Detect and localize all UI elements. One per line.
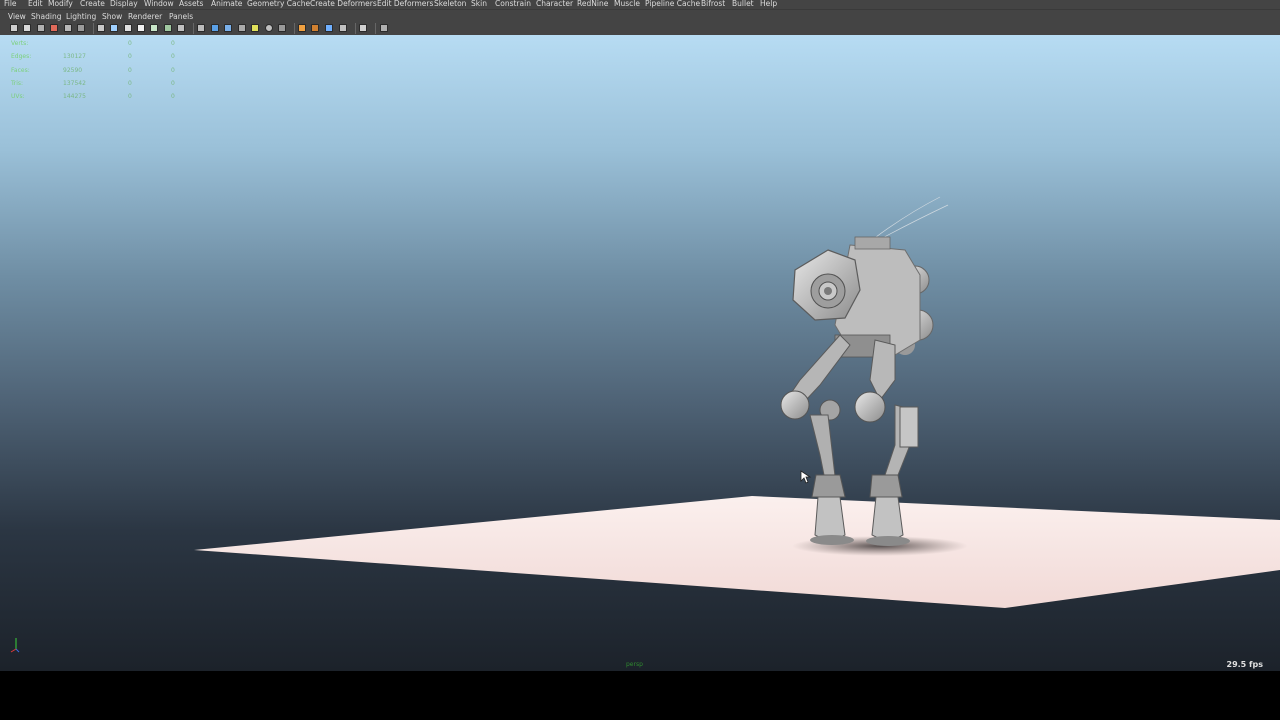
panel-toolbar xyxy=(0,22,1280,36)
scene-canvas xyxy=(194,196,1280,608)
bookmark-icon[interactable] xyxy=(37,24,45,32)
hud-v3: 0 xyxy=(171,53,175,61)
hud-label: Edges: xyxy=(11,53,32,61)
hud-v3: 0 xyxy=(171,79,175,87)
share-icon[interactable] xyxy=(380,24,388,32)
ground-plane[interactable] xyxy=(194,496,1280,608)
flat-shade-icon[interactable] xyxy=(224,24,232,32)
menu-create[interactable]: Create xyxy=(80,0,105,9)
hud-v3: 0 xyxy=(171,93,175,101)
mouse-cursor-icon xyxy=(800,470,812,484)
image-plane-icon[interactable] xyxy=(50,24,58,32)
toolbar-separator xyxy=(294,23,295,34)
hud-v3: 0 xyxy=(171,66,175,74)
toolbar-separator xyxy=(93,23,94,34)
hud-v3: 0 xyxy=(171,40,175,47)
film-gate-icon[interactable] xyxy=(110,24,118,32)
fps-counter: 29.5 fps xyxy=(1226,660,1264,669)
camera-attributes-icon[interactable] xyxy=(64,24,72,32)
motion-blur-icon[interactable] xyxy=(311,24,319,32)
hud-row-edges: Edges: 130127 0 0 xyxy=(11,50,181,63)
hud-v2: 0 xyxy=(128,53,132,61)
hud-v2: 0 xyxy=(128,79,132,87)
menu-create-deformers[interactable]: Create Deformers xyxy=(310,0,377,9)
menu-edit[interactable]: Edit xyxy=(28,0,43,9)
grid-icon[interactable] xyxy=(97,24,105,32)
menu-pipeline-cache[interactable]: Pipeline Cache xyxy=(645,0,700,9)
toolbar-separator xyxy=(193,23,194,34)
lock-camera-icon[interactable] xyxy=(23,24,31,32)
menu-rednine[interactable]: RedNine xyxy=(577,0,608,9)
hud-v1: 130127 xyxy=(63,53,86,61)
smooth-shade-icon[interactable] xyxy=(211,24,219,32)
xray-icon[interactable] xyxy=(251,24,259,32)
menu-help[interactable]: Help xyxy=(760,0,777,9)
menu-skeleton[interactable]: Skeleton xyxy=(434,0,466,9)
camera-name-label: persp xyxy=(626,661,643,668)
wireframe-on-shaded-icon[interactable] xyxy=(238,24,246,32)
hud-label: Tris: xyxy=(11,79,24,87)
wireframe-icon[interactable] xyxy=(197,24,205,32)
letterbox-bottom xyxy=(0,671,1280,720)
use-all-lights-icon[interactable] xyxy=(265,24,273,32)
menu-skin[interactable]: Skin xyxy=(471,0,487,9)
menu-bullet[interactable]: Bullet xyxy=(732,0,754,9)
hud-v1: 137542 xyxy=(63,79,86,87)
hud-v1: 92590 xyxy=(63,66,83,74)
hud-v2: 0 xyxy=(128,93,132,101)
menu-file[interactable]: File xyxy=(4,0,17,9)
poly-count-hud: Verts: 0 0 Edges: 130127 0 0 Faces: 92590 0 0 Tris:… xyxy=(11,37,181,103)
hud-v2: 0 xyxy=(128,40,132,47)
select-camera-icon[interactable] xyxy=(10,24,18,32)
shadows-icon[interactable] xyxy=(278,24,286,32)
hud-row-uvs: UVs: 144275 0 0 xyxy=(11,90,181,103)
ambient-occlusion-icon[interactable] xyxy=(298,24,306,32)
isolate-select-icon[interactable] xyxy=(339,24,347,32)
toolbar-separator xyxy=(355,23,356,34)
hud-label: Faces: xyxy=(11,66,30,74)
resolution-gate-icon[interactable] xyxy=(124,24,132,32)
menu-muscle[interactable]: Muscle xyxy=(614,0,640,9)
robot-antennas xyxy=(871,196,949,243)
menu-constrain[interactable]: Constrain xyxy=(495,0,531,9)
view-axis-icon xyxy=(10,638,20,653)
hud-label: Verts: xyxy=(11,40,29,47)
hud-row-faces: Faces: 92590 0 0 xyxy=(11,64,181,77)
perspective-viewport[interactable]: Verts: 0 0 Edges: 130127 0 0 Faces: 92590 0 0 Tris:… xyxy=(0,35,1280,671)
xray-joints-icon[interactable] xyxy=(359,24,367,32)
main-menubar: File Edit Modify Create Display Window Assets A… xyxy=(0,0,1280,9)
panel-menubar: View Shading Lighting Show Renderer Panels xyxy=(0,9,1280,23)
menu-display[interactable]: Display xyxy=(110,0,138,9)
menu-animate[interactable]: Animate xyxy=(211,0,242,9)
safe-title-icon[interactable] xyxy=(177,24,185,32)
safe-action-icon[interactable] xyxy=(164,24,172,32)
menu-window[interactable]: Window xyxy=(144,0,174,9)
menu-bifrost[interactable]: Bifrost xyxy=(701,0,725,9)
hud-row-verts: Verts: 0 0 xyxy=(11,37,181,50)
toolbar-separator xyxy=(375,23,376,34)
menu-character[interactable]: Character xyxy=(536,0,573,9)
hud-row-tris: Tris: 137542 0 0 xyxy=(11,77,181,90)
anti-alias-icon[interactable] xyxy=(325,24,333,32)
menu-geometry-cache[interactable]: Geometry Cache xyxy=(247,0,310,9)
gate-mask-icon[interactable] xyxy=(137,24,145,32)
grease-pencil-icon[interactable] xyxy=(77,24,85,32)
menu-edit-deformers[interactable]: Edit Deformers xyxy=(377,0,433,9)
hud-v1: 144275 xyxy=(63,93,86,101)
menu-modify[interactable]: Modify xyxy=(48,0,73,9)
hud-v2: 0 xyxy=(128,66,132,74)
hud-label: UVs: xyxy=(11,93,25,101)
field-chart-icon[interactable] xyxy=(150,24,158,32)
menu-assets[interactable]: Assets xyxy=(179,0,203,9)
